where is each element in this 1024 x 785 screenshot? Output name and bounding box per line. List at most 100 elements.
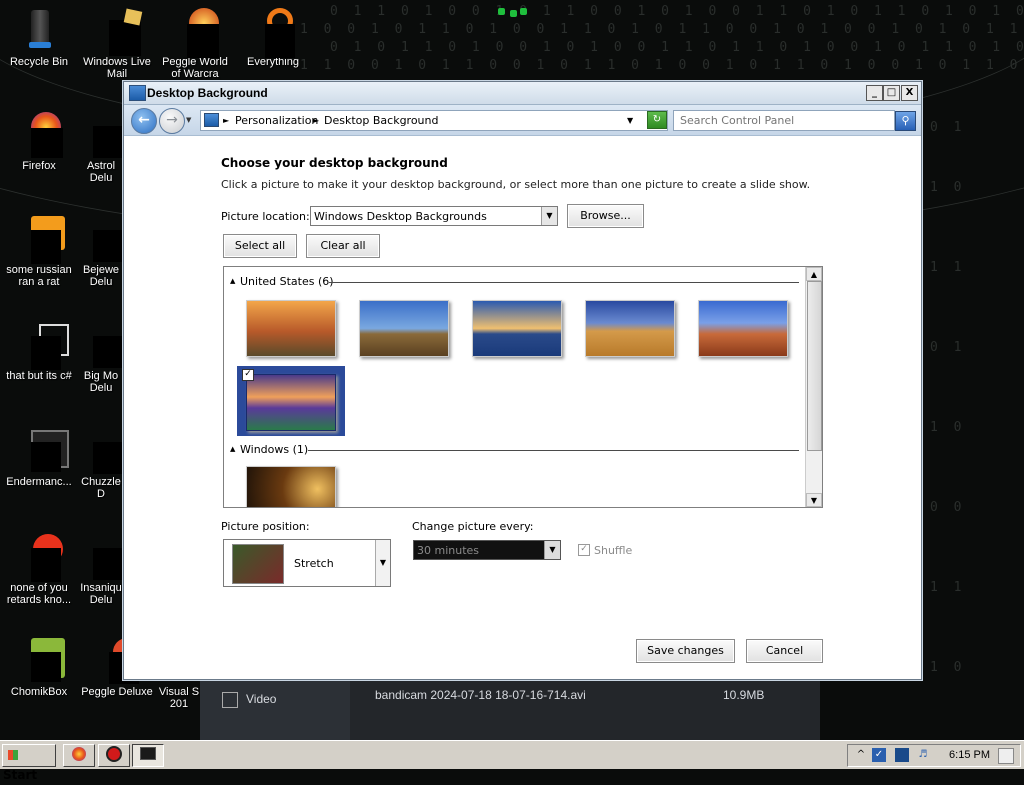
change-picture-select[interactable]: 30 minutes ▼ — [413, 540, 561, 560]
search-box[interactable] — [673, 110, 895, 131]
clock[interactable]: 6:15 PM — [949, 749, 990, 761]
chevron-down-icon[interactable]: ▼ — [541, 207, 557, 225]
picture-position-select[interactable]: Stretch ▼ — [223, 539, 391, 587]
wallpaper-thumbnail[interactable] — [359, 300, 449, 357]
record-taskbar-icon[interactable] — [98, 744, 130, 767]
recent-pages-chevron-icon[interactable]: ▼ — [186, 116, 191, 124]
show-hidden-icons-icon[interactable]: ^ — [854, 748, 868, 762]
breadcrumb-arrow-icon[interactable]: ► — [223, 116, 229, 125]
cancel-button[interactable]: Cancel — [746, 639, 823, 663]
close-button[interactable]: X — [901, 85, 918, 101]
scroll-down-icon[interactable]: ▼ — [806, 493, 822, 507]
wallpaper-thumbnail[interactable] — [472, 300, 562, 357]
russian-rat-icon[interactable]: some russian ran a rat — [0, 216, 78, 288]
picture-position-value: Stretch — [294, 557, 334, 570]
bejeweled-icon[interactable]: Bejewe Delu — [78, 216, 124, 288]
selected-wallpaper-tile[interactable]: ✓ — [237, 366, 345, 436]
wallpaper-thumbnail[interactable] — [246, 466, 336, 507]
chevron-down-icon[interactable]: ▼ — [544, 541, 560, 559]
search-icon[interactable]: ⚲ — [895, 111, 916, 131]
chuzzle-icon[interactable]: Chuzzle D — [78, 428, 124, 500]
firefox-icon[interactable]: Firefox — [0, 112, 78, 172]
chevron-down-icon[interactable]: ▼ — [375, 540, 390, 586]
wallpaper-thumbnail[interactable] — [246, 300, 336, 357]
collapse-group-icon[interactable]: ▲ — [230, 277, 235, 285]
media-filesize: 10.9MB — [723, 688, 765, 702]
change-picture-value: 30 minutes — [417, 544, 480, 557]
media-filename[interactable]: bandicam 2024-07-18 18-07-16-714.avi — [375, 688, 586, 702]
none-of-you-icon[interactable]: none of you retards kno... — [0, 534, 78, 606]
scroll-up-icon[interactable]: ▲ — [806, 267, 822, 281]
group-divider — [308, 450, 799, 451]
insaniquarium-icon[interactable]: Insaniqu Delu — [78, 534, 124, 606]
forward-button[interactable]: → — [159, 108, 185, 134]
control-panel-taskbar-icon[interactable] — [132, 744, 164, 767]
group-divider — [329, 282, 799, 283]
big-money-icon[interactable]: Big Mo Delu — [78, 322, 124, 394]
visual-studio-label: Visual S 201 — [158, 686, 200, 710]
csharp-icon[interactable]: that but its c# — [0, 322, 78, 382]
gallery-scrollbar[interactable]: ▲ ▼ — [805, 267, 822, 507]
firefox-taskbar-icon[interactable] — [63, 744, 95, 767]
change-picture-label: Change picture every: — [412, 520, 534, 533]
picture-location-select[interactable]: Windows Desktop Backgrounds ▼ — [310, 206, 558, 226]
video-icon — [222, 692, 238, 708]
title-bar[interactable]: Desktop Background _ □ X — [124, 82, 921, 105]
tray-app-icon[interactable]: ✓ — [872, 748, 886, 762]
address-box[interactable]: ► Personalization ► Desktop Background ▼ — [200, 110, 668, 131]
picture-position-label: Picture position: — [221, 520, 310, 533]
shuffle-checkbox[interactable]: ✓ — [578, 544, 590, 556]
russian-rat-label: some russian ran a rat — [6, 264, 72, 288]
enderman-icon[interactable]: Endermanc... — [0, 428, 78, 488]
recycle-bin-icon[interactable]: Recycle Bin — [0, 8, 78, 68]
select-all-button[interactable]: Select all — [223, 234, 297, 258]
windows-live-mail-icon[interactable]: Windows Live Mail — [78, 8, 156, 80]
back-button[interactable]: ← — [131, 108, 157, 134]
chomikbox-icon[interactable]: ChomikBox — [0, 638, 78, 698]
volume-icon[interactable]: ♬ — [916, 748, 930, 762]
page-description: Click a picture to make it your desktop … — [221, 178, 811, 191]
maximize-button[interactable]: □ — [883, 85, 900, 101]
refresh-button[interactable]: ↻ — [647, 111, 667, 129]
media-list-window: Video bandicam 2024-07-18 18-07-16-714.a… — [200, 678, 820, 740]
wallpaper-thumbnail[interactable] — [246, 374, 336, 431]
csharp-label: that but its c# — [6, 370, 72, 382]
insaniquarium-label: Insaniqu Delu — [80, 582, 122, 606]
firefox-label: Firefox — [22, 160, 56, 172]
minimize-button[interactable]: _ — [866, 85, 883, 101]
none-of-you-label: none of you retards kno... — [6, 582, 72, 606]
clear-all-button[interactable]: Clear all — [306, 234, 380, 258]
group-united-states[interactable]: United States (6) — [240, 275, 334, 288]
show-desktop-icon[interactable] — [998, 748, 1014, 764]
wallpaper-thumbnail[interactable] — [698, 300, 788, 357]
picture-gallery[interactable]: ▲ United States (6) ✓ ▲ Windows (1) ▲ ▼ — [223, 266, 823, 508]
save-changes-button[interactable]: Save changes — [636, 639, 735, 663]
wallpaper-thumbnail[interactable] — [585, 300, 675, 357]
astro-deluxe-icon[interactable]: Astrol Delu — [78, 112, 124, 184]
address-dropdown-icon[interactable]: ▼ — [627, 116, 633, 125]
collapse-group-icon[interactable]: ▲ — [230, 445, 235, 453]
media-sidebar: Video — [200, 678, 350, 740]
scroll-thumb[interactable] — [807, 281, 822, 451]
peggle-deluxe-label: Peggle Deluxe — [81, 686, 153, 698]
media-category[interactable]: Video — [246, 692, 276, 706]
control-panel-icon — [204, 113, 219, 127]
group-windows[interactable]: Windows (1) — [240, 443, 308, 456]
browse-button[interactable]: Browse... — [567, 204, 644, 228]
network-icon[interactable] — [895, 748, 909, 762]
address-bar: ← → ▼ ► Personalization ► Desktop Backgr… — [124, 105, 921, 136]
breadcrumb-desktop-background[interactable]: Desktop Background — [324, 114, 439, 127]
system-tray: ^ ✓ ♬ 6:15 PM — [847, 744, 1021, 767]
breadcrumb-personalization[interactable]: Personalization — [235, 114, 318, 127]
everything-icon[interactable]: Everything — [234, 8, 312, 68]
main-content: Choose your desktop background Click a p… — [124, 136, 921, 679]
astro-deluxe-label: Astrol Delu — [86, 160, 116, 184]
peggle-world-icon[interactable]: Peggle World of Warcra — [156, 8, 234, 80]
wallpaper-checkbox[interactable]: ✓ — [242, 369, 254, 381]
picture-location-label: Picture location: — [221, 210, 310, 223]
start-label: Start — [3, 768, 38, 782]
breadcrumb-arrow-icon[interactable]: ► — [313, 116, 319, 125]
start-button[interactable]: Start — [2, 744, 56, 782]
search-input[interactable] — [680, 114, 870, 127]
picture-location-value: Windows Desktop Backgrounds — [314, 210, 487, 223]
